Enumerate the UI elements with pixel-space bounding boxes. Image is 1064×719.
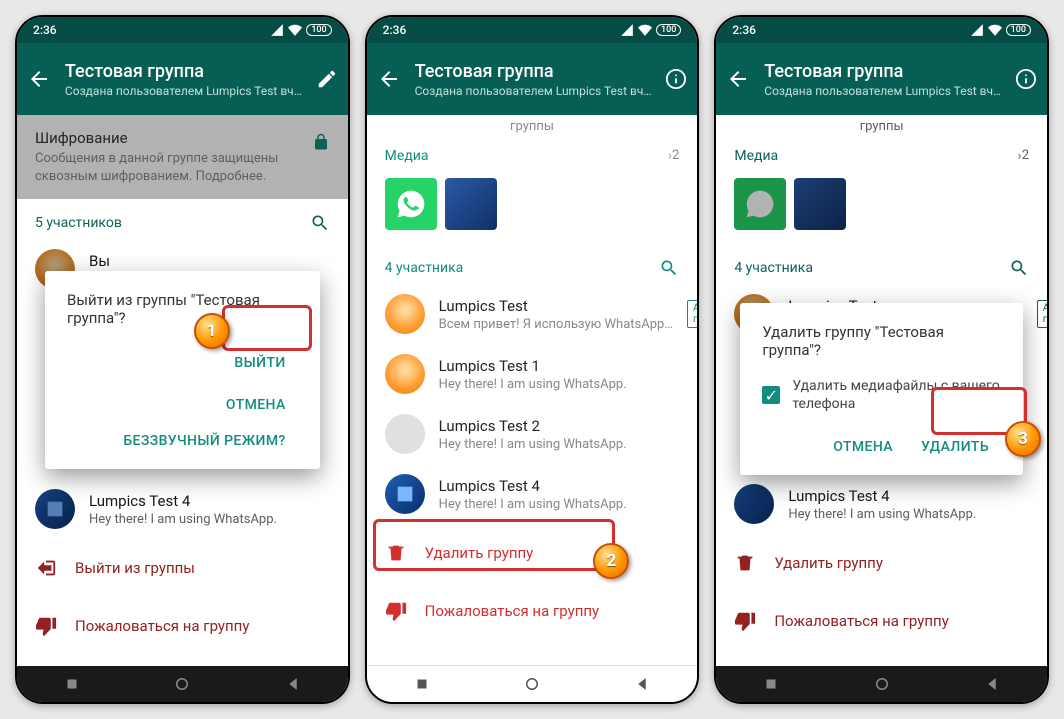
leave-dialog: Выйти из группы "Тестовая группа"? ВЫЙТИ… (45, 271, 320, 469)
media-thumb[interactable] (385, 178, 437, 230)
group-subtitle: Создана пользователем Lumpics Test вч… (65, 84, 302, 98)
recent-apps-key[interactable] (762, 675, 780, 693)
back-key[interactable] (633, 675, 651, 693)
participant-admin[interactable]: Lumpics TestВсем привет! Я использую Wha… (367, 284, 698, 344)
status-bar: 2:36 100 (17, 17, 348, 43)
status-bar: 2:36 100 (367, 17, 698, 43)
media-thumbnails[interactable] (367, 170, 698, 244)
status-bar: 2:36 100 (716, 17, 1047, 43)
dialog-title: Удалить группу "Тестовая группа"? (762, 323, 1001, 359)
group-subtitle: Создана пользователем Lumpics Test вч… (415, 84, 652, 98)
phone-screen-1: 2:36 100 Тестовая группа Создана пользов… (15, 15, 350, 704)
edit-icon[interactable] (316, 68, 338, 90)
status-time: 2:36 (732, 23, 756, 37)
partial-row: группы (367, 115, 698, 142)
status-time: 2:36 (383, 23, 407, 37)
header-titles: Тестовая группа Создана пользователем Lu… (415, 61, 652, 98)
highlight-box-2 (373, 519, 616, 571)
recent-apps-key[interactable] (63, 675, 81, 693)
app-header: Тестовая группа Создана пользователем Lu… (17, 43, 348, 115)
admin-badge: Админ группы (687, 300, 697, 328)
highlight-box-1 (222, 305, 312, 351)
content-area: Шифрование Сообщения в данной группе защ… (17, 115, 348, 666)
back-icon[interactable] (377, 67, 401, 91)
chevron-right-icon: › (668, 148, 672, 164)
header-titles: Тестовая группа Создана пользователем Lu… (764, 61, 1001, 98)
media-header[interactable]: Медиа 2 › (367, 142, 698, 170)
back-key[interactable] (284, 675, 302, 693)
modal-scrim[interactable]: Выйти из группы "Тестовая группа"? ВЫЙТИ… (17, 115, 348, 666)
checkbox-checked-icon: ✓ (762, 386, 780, 404)
home-key[interactable] (173, 675, 191, 693)
home-key[interactable] (523, 675, 541, 693)
app-header: Тестовая группа Создана пользователем Lu… (367, 43, 698, 115)
participants-header: 4 участника (367, 244, 698, 284)
info-icon[interactable] (665, 68, 687, 90)
participant-row[interactable]: Lumpics Test 2Hey there! I am using What… (367, 404, 698, 464)
recent-apps-key[interactable] (413, 675, 431, 693)
phone-screen-2: 2:36 100 Тестовая группа Создана пользов… (365, 15, 700, 704)
mute-button[interactable]: БЕЗЗВУЧНЫЙ РЕЖИМ? (67, 423, 298, 459)
back-icon[interactable] (726, 67, 750, 91)
android-nav (367, 665, 698, 702)
android-nav (716, 666, 1047, 702)
avatar (385, 474, 425, 514)
status-icons: 100 (270, 23, 331, 37)
info-icon[interactable] (1015, 68, 1037, 90)
status-icons: 100 (970, 23, 1031, 37)
thumbs-down-icon (385, 600, 407, 622)
cancel-button[interactable]: ОТМЕНА (821, 429, 905, 465)
group-title: Тестовая группа (65, 61, 302, 82)
participant-row[interactable]: Lumpics Test 4Hey there! I am using What… (367, 464, 698, 524)
content-area: группы Медиа 2 › 4 участника Lumpics Tes… (367, 115, 698, 666)
android-nav (17, 666, 348, 702)
avatar (385, 414, 425, 454)
search-icon[interactable] (659, 258, 679, 278)
media-thumb[interactable] (445, 178, 497, 230)
status-time: 2:36 (33, 23, 57, 37)
home-key[interactable] (873, 675, 891, 693)
avatar (385, 354, 425, 394)
step-badge-3: 3 (1005, 421, 1041, 457)
back-icon[interactable] (27, 67, 51, 91)
participant-row[interactable]: Lumpics Test 1Hey there! I am using What… (367, 344, 698, 404)
group-title: Тестовая группа (415, 61, 652, 82)
back-key[interactable] (983, 675, 1001, 693)
avatar (385, 294, 425, 334)
header-titles: Тестовая группа Создана пользователем Lu… (65, 61, 302, 98)
content-area: группы Медиа 2 › 4 участника Lumpics Tes… (716, 115, 1047, 666)
status-icons: 100 (620, 23, 681, 37)
phone-screen-3: 2:36 100 Тестовая группа Создана пользов… (714, 15, 1049, 704)
group-subtitle: Создана пользователем Lumpics Test вч… (764, 84, 1001, 98)
report-group-row[interactable]: Пожаловаться на группу (367, 582, 698, 640)
step-badge-1: 1 (194, 313, 230, 349)
cancel-button[interactable]: ОТМЕНА (67, 387, 298, 423)
group-title: Тестовая группа (764, 61, 1001, 82)
app-header: Тестовая группа Создана пользователем Lu… (716, 43, 1047, 115)
